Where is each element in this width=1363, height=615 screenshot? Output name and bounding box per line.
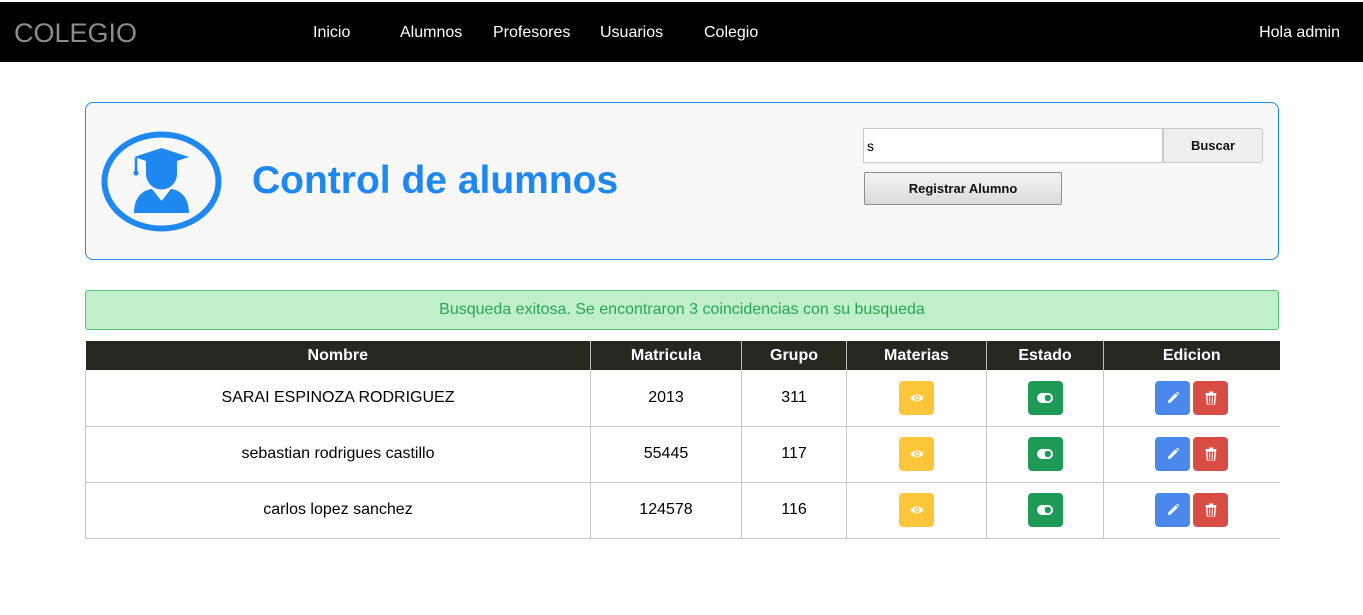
table-row: carlos lopez sanchez 124578 116: [85, 482, 1280, 539]
view-subjects-button[interactable]: [899, 493, 934, 527]
status-toggle-button[interactable]: [1027, 380, 1063, 415]
register-student-button[interactable]: Registrar Alumno: [864, 172, 1062, 205]
eye-icon: [910, 450, 923, 458]
cell-nombre: SARAI ESPINOZA RODRIGUEZ: [85, 370, 591, 427]
edit-button[interactable]: [1155, 493, 1191, 527]
column-header-nombre: Nombre: [85, 341, 591, 370]
cell-materias: [846, 370, 987, 427]
cell-nombre: sebastian rodrigues castillo: [85, 426, 591, 483]
cell-grupo: 311: [741, 370, 847, 427]
nav-link-colegio[interactable]: Colegio: [704, 24, 758, 42]
column-header-estado: Estado: [986, 341, 1104, 370]
column-header-edicion: Edicion: [1103, 341, 1280, 370]
cell-matricula: 124578: [590, 482, 742, 539]
header-card: Control de alumnos Buscar Registrar Alum…: [85, 102, 1279, 260]
cell-matricula: 55445: [590, 426, 742, 483]
toggle-on-icon: [1037, 392, 1053, 403]
view-subjects-button[interactable]: [899, 437, 934, 471]
trash-icon: [1205, 391, 1217, 405]
pencil-icon: [1167, 504, 1179, 515]
delete-button[interactable]: [1193, 380, 1229, 415]
toggle-on-icon: [1037, 505, 1053, 515]
column-header-materias: Materias: [846, 341, 987, 370]
nav-link-alumnos[interactable]: Alumnos: [400, 24, 462, 42]
cell-edicion: [1103, 370, 1280, 427]
delete-button[interactable]: [1193, 437, 1229, 471]
cell-estado: [986, 482, 1104, 539]
nav-link-profesores[interactable]: Profesores: [493, 24, 570, 42]
cell-estado: [986, 426, 1104, 483]
status-toggle-button[interactable]: [1027, 493, 1063, 527]
nav-link-inicio[interactable]: Inicio: [313, 24, 350, 42]
edit-button[interactable]: [1155, 380, 1191, 415]
cell-edicion: [1103, 482, 1280, 539]
top-navbar: COLEGIO Inicio Alumnos Profesores Usuari…: [0, 2, 1363, 62]
pencil-icon: [1167, 391, 1179, 403]
cell-edicion: [1103, 426, 1280, 483]
search-input[interactable]: [863, 128, 1163, 163]
delete-button[interactable]: [1193, 493, 1229, 527]
success-alert: Busqueda exitosa. Se encontraron 3 coinc…: [85, 290, 1279, 330]
trash-icon: [1205, 447, 1217, 461]
cell-grupo: 116: [741, 482, 847, 539]
students-table: Nombre Matricula Grupo Materias Estado E…: [85, 341, 1280, 539]
toggle-on-icon: [1037, 449, 1053, 459]
pencil-icon: [1167, 448, 1179, 459]
cell-grupo: 117: [741, 426, 847, 483]
table-header-row: Nombre Matricula Grupo Materias Estado E…: [85, 341, 1280, 370]
status-toggle-button[interactable]: [1027, 437, 1063, 471]
column-header-grupo: Grupo: [741, 341, 847, 370]
page-title: Control de alumnos: [252, 159, 619, 202]
cell-nombre: carlos lopez sanchez: [85, 482, 591, 539]
cell-estado: [986, 370, 1104, 427]
table-row: sebastian rodrigues castillo 55445 117: [85, 426, 1280, 483]
cell-matricula: 2013: [590, 370, 742, 427]
user-greeting[interactable]: Hola admin: [1259, 24, 1340, 42]
graduate-user-icon: [101, 131, 222, 232]
column-header-matricula: Matricula: [590, 341, 742, 370]
eye-icon: [910, 506, 923, 514]
edit-button[interactable]: [1155, 437, 1191, 471]
table-row: SARAI ESPINOZA RODRIGUEZ 2013 311: [85, 370, 1280, 427]
cell-materias: [846, 426, 987, 483]
cell-materias: [846, 482, 987, 539]
view-subjects-button[interactable]: [899, 380, 934, 415]
nav-link-usuarios[interactable]: Usuarios: [600, 24, 663, 42]
eye-icon: [910, 394, 923, 402]
trash-icon: [1205, 503, 1217, 517]
brand-logo[interactable]: COLEGIO: [14, 18, 137, 48]
search-button[interactable]: Buscar: [1163, 128, 1263, 163]
